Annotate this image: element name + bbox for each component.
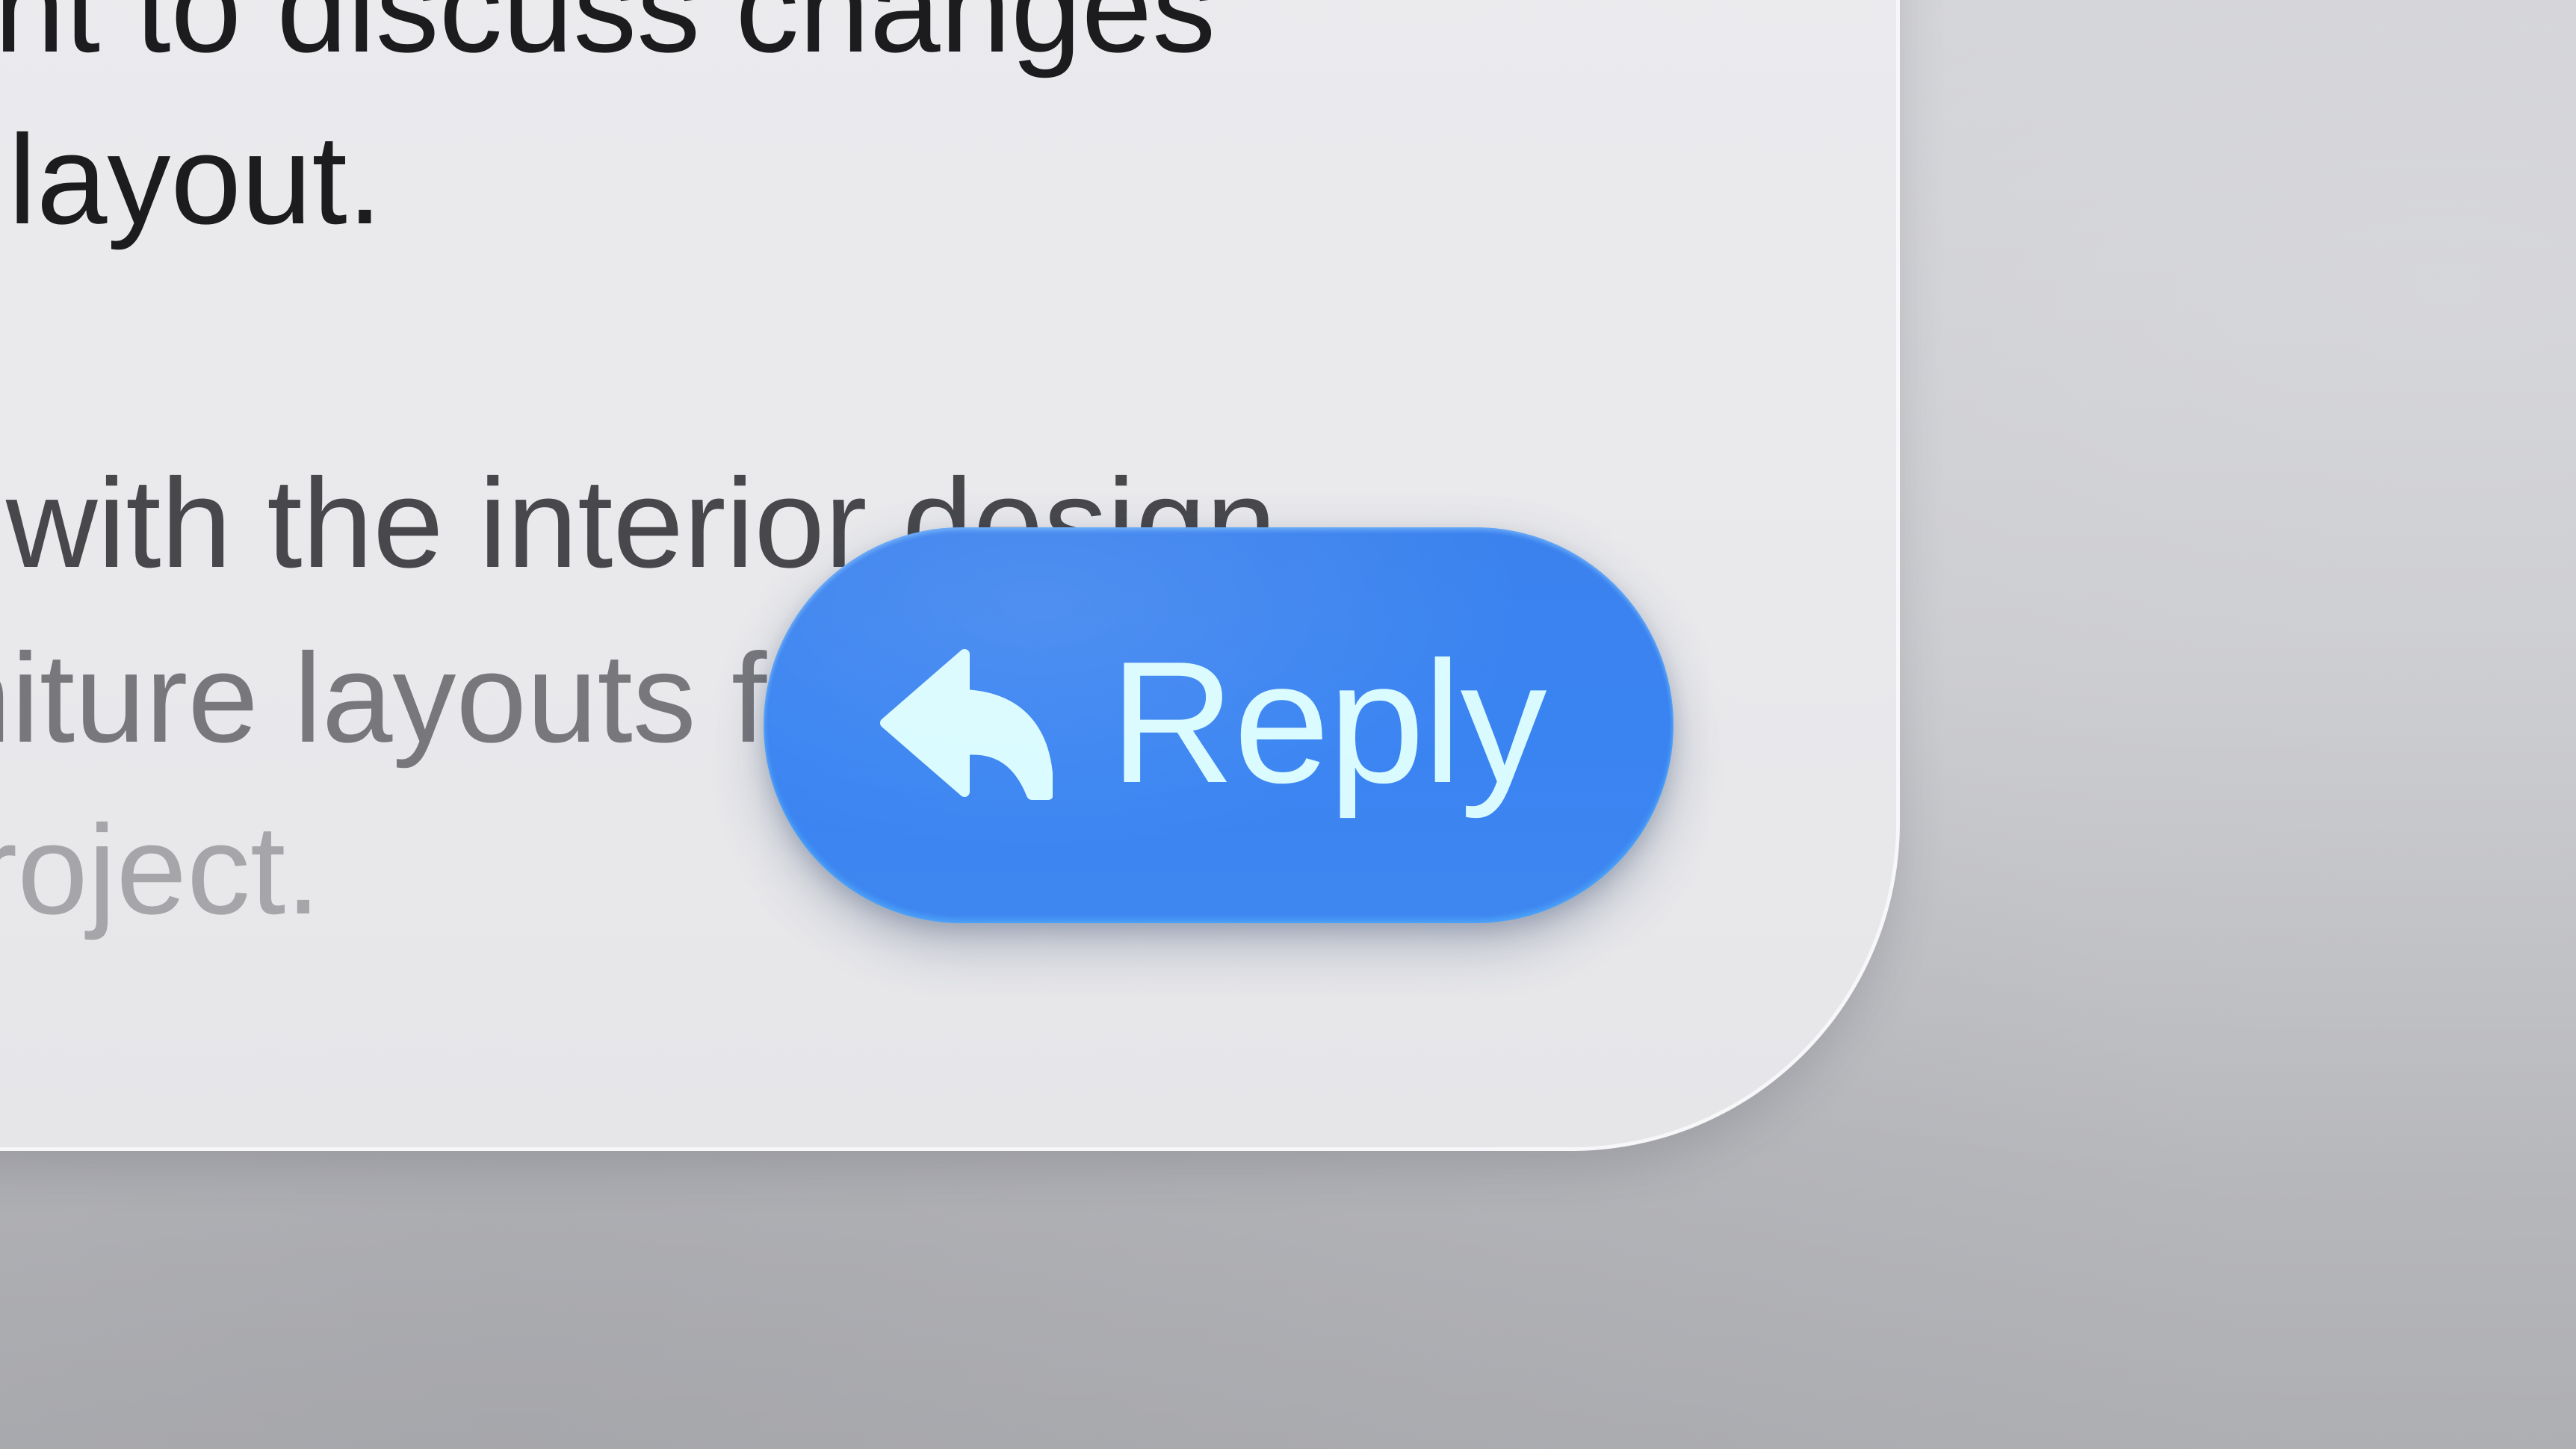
reply-button[interactable]: Reply bbox=[764, 527, 1674, 923]
message-line-1: ient to discuss changes bbox=[0, 0, 1216, 79]
message-line-4: rniture layouts f bbox=[0, 627, 767, 769]
message-line-2: rt layout. bbox=[0, 109, 383, 251]
reply-label: Reply bbox=[1109, 626, 1546, 819]
reply-arrow-icon bbox=[880, 649, 1053, 800]
message-line-5: project. bbox=[0, 799, 321, 941]
